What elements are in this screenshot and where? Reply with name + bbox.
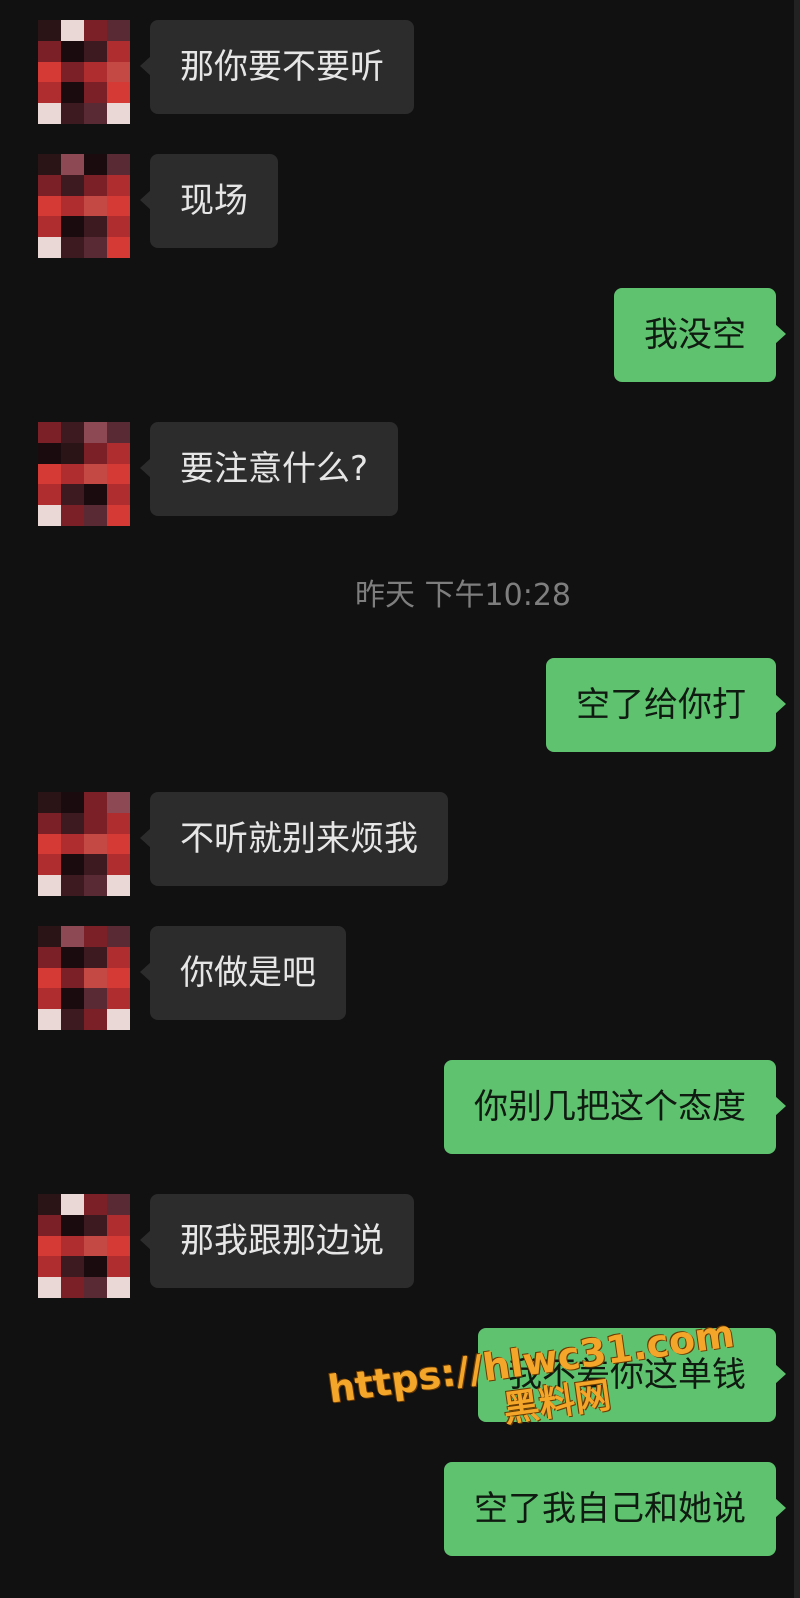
chat-thread: 那你要不要听 现场 我没空 要注意什么? 昨天 下午10:28 空了给你打 不听…	[0, 0, 800, 1598]
contact-avatar[interactable]	[38, 792, 130, 896]
contact-avatar[interactable]	[38, 20, 130, 124]
contact-avatar[interactable]	[38, 422, 130, 526]
screen-edge	[794, 0, 800, 1598]
contact-avatar[interactable]	[38, 926, 130, 1030]
incoming-message[interactable]: 那我跟那边说	[140, 1194, 414, 1288]
incoming-message[interactable]: 现场	[140, 154, 278, 248]
contact-avatar[interactable]	[38, 154, 130, 258]
message-timestamp: 昨天 下午10:28	[355, 578, 571, 613]
incoming-message[interactable]: 要注意什么?	[139, 422, 399, 516]
incoming-message[interactable]: 不听就别来烦我	[140, 792, 448, 886]
outgoing-message[interactable]: 空了我自己和她说	[444, 1462, 786, 1556]
outgoing-message[interactable]: 你别几把这个态度	[444, 1060, 786, 1154]
contact-avatar[interactable]	[38, 1194, 130, 1298]
incoming-message[interactable]: 你做是吧	[140, 926, 346, 1020]
outgoing-message[interactable]: 空了给你打	[546, 658, 786, 752]
incoming-message[interactable]: 那你要不要听	[140, 20, 414, 114]
outgoing-message[interactable]: 我没空	[614, 288, 786, 382]
